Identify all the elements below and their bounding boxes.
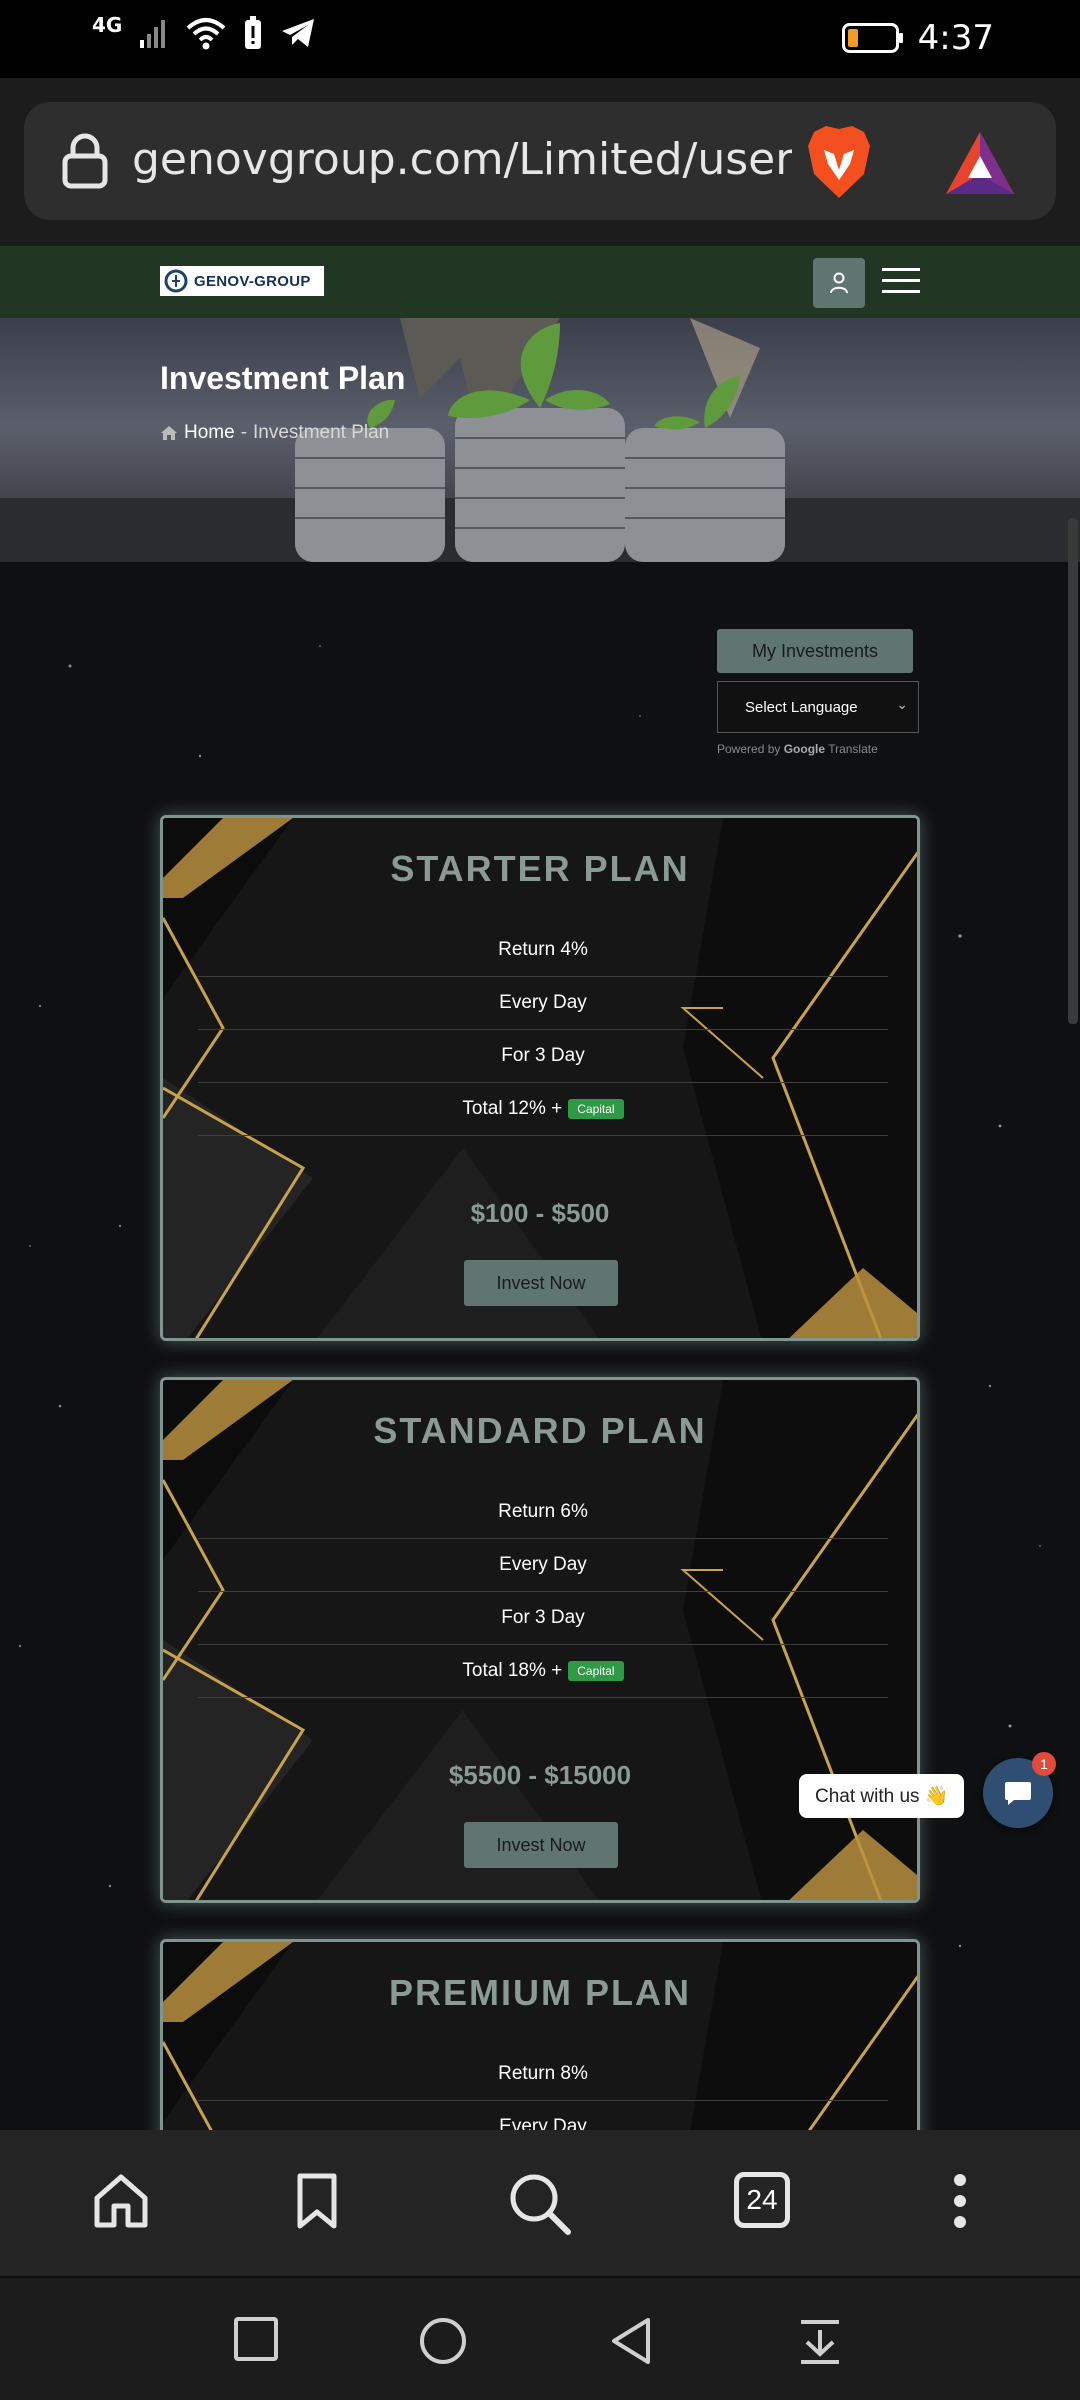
signal-icon <box>140 20 166 48</box>
web-content: GENOV-GROUP Investment Plan Home - Inves… <box>0 246 1080 2130</box>
lock-icon[interactable] <box>60 132 110 190</box>
capital-badge: Capital <box>568 1661 624 1681</box>
page-title: Investment Plan <box>160 360 406 396</box>
invest-now-button[interactable]: Invest Now <box>464 1822 618 1868</box>
tabs-counter-button[interactable]: 24 <box>734 2172 790 2228</box>
bookmark-icon[interactable] <box>296 2172 338 2230</box>
site-logo[interactable]: GENOV-GROUP <box>160 266 324 296</box>
my-investments-button[interactable]: My Investments <box>717 629 913 673</box>
user-account-button[interactable] <box>813 258 865 308</box>
chat-unread-badge: 1 <box>1032 1752 1056 1776</box>
breadcrumb-separator: - <box>240 422 248 443</box>
plan-details-list: Return 4% Every Day For 3 Day Total 12% … <box>198 924 888 1136</box>
capital-badge: Capital <box>568 1099 624 1119</box>
network-type: 4G <box>92 13 123 37</box>
plan-details-list: Return 6% Every Day For 3 Day Total 18% … <box>198 1486 888 1698</box>
battery-icon <box>841 23 903 53</box>
plan-price-range: $100 - $500 <box>470 1198 610 1228</box>
breadcrumb: Home - Investment Plan <box>160 422 389 444</box>
plan-return: Return 6% <box>198 1486 888 1539</box>
plan-title: STANDARD PLAN <box>373 1410 707 1451</box>
home-icon[interactable] <box>92 2172 150 2230</box>
plan-details-list: Return 8% Every Day <box>198 2048 888 2130</box>
clock: 4:37 <box>917 18 994 58</box>
brave-shields-icon[interactable] <box>804 124 874 200</box>
plan-card-starter: STARTER PLAN Return 4% Every Day For 3 D… <box>160 815 920 1341</box>
plan-frequency: Every Day <box>198 977 888 1030</box>
google-translate-attribution: Powered by Google Translate <box>717 742 878 756</box>
plan-duration: For 3 Day <box>198 1592 888 1645</box>
url-field[interactable]: genovgroup.com/Limited/user/p <box>24 102 1056 220</box>
hide-keyboard-icon[interactable] <box>797 2316 843 2366</box>
more-options-icon[interactable] <box>951 2172 969 2230</box>
chat-prompt-bubble[interactable]: Chat with us 👋 <box>799 1774 965 1818</box>
plan-return: Return 8% <box>198 2048 888 2101</box>
breadcrumb-home-link[interactable]: Home <box>184 422 235 444</box>
plan-total-row: Total 18% + Capital <box>198 1645 888 1698</box>
browser-toolbar: 24 <box>0 2130 1080 2278</box>
back-icon[interactable] <box>608 2316 654 2366</box>
powered-by-text: Powered by <box>717 742 781 756</box>
recents-icon[interactable] <box>233 2316 279 2362</box>
language-select-label: Select Language <box>745 698 858 716</box>
plan-total-row: Total 12% + Capital <box>198 1083 888 1136</box>
site-header: GENOV-GROUP <box>0 246 1080 319</box>
page-hero: Investment Plan Home - Investment Plan <box>0 318 1080 562</box>
plan-card-premium: PREMIUM PLAN Return 8% Every Day <box>160 1939 920 2130</box>
logo-mark-icon <box>164 269 188 293</box>
breadcrumb-current: Investment Plan <box>253 422 390 443</box>
status-bar: 4G 4:37 <box>0 0 1080 78</box>
url-text[interactable]: genovgroup.com/Limited/user/p <box>132 134 792 185</box>
invest-now-button[interactable]: Invest Now <box>464 1260 618 1306</box>
translate-link[interactable]: Translate <box>828 742 878 756</box>
plan-return: Return 4% <box>198 924 888 977</box>
page-scrollbar[interactable] <box>1068 518 1078 1024</box>
plan-title: PREMIUM PLAN <box>389 1972 691 2013</box>
battery-saver-icon <box>245 16 262 49</box>
plan-frequency: Every Day <box>198 2101 888 2130</box>
wifi-icon <box>187 18 226 50</box>
google-logo-text: Google <box>783 742 826 756</box>
search-icon[interactable] <box>508 2172 572 2236</box>
chat-icon <box>1005 1782 1031 1805</box>
chevron-down-icon: ⌄ <box>896 696 908 712</box>
plan-duration: For 3 Day <box>198 1030 888 1083</box>
brave-rewards-icon[interactable] <box>944 130 1016 196</box>
home-nav-icon[interactable] <box>418 2316 468 2366</box>
plan-title: STARTER PLAN <box>390 848 690 889</box>
home-icon <box>161 426 177 440</box>
hamburger-menu-icon[interactable] <box>882 268 920 301</box>
user-icon <box>830 272 848 294</box>
plan-total: Total 12% + <box>462 1098 563 1119</box>
plan-frequency: Every Day <box>198 1539 888 1592</box>
plan-total: Total 18% + <box>462 1660 563 1681</box>
logo-text: GENOV-GROUP <box>194 272 311 290</box>
browser-address-bar: genovgroup.com/Limited/user/p <box>0 78 1080 246</box>
language-select[interactable]: Select Language ⌄ <box>717 681 919 733</box>
telegram-icon <box>282 19 315 47</box>
system-navigation-bar <box>0 2278 1080 2400</box>
plan-card-standard: STANDARD PLAN Return 6% Every Day For 3 … <box>160 1377 920 1903</box>
